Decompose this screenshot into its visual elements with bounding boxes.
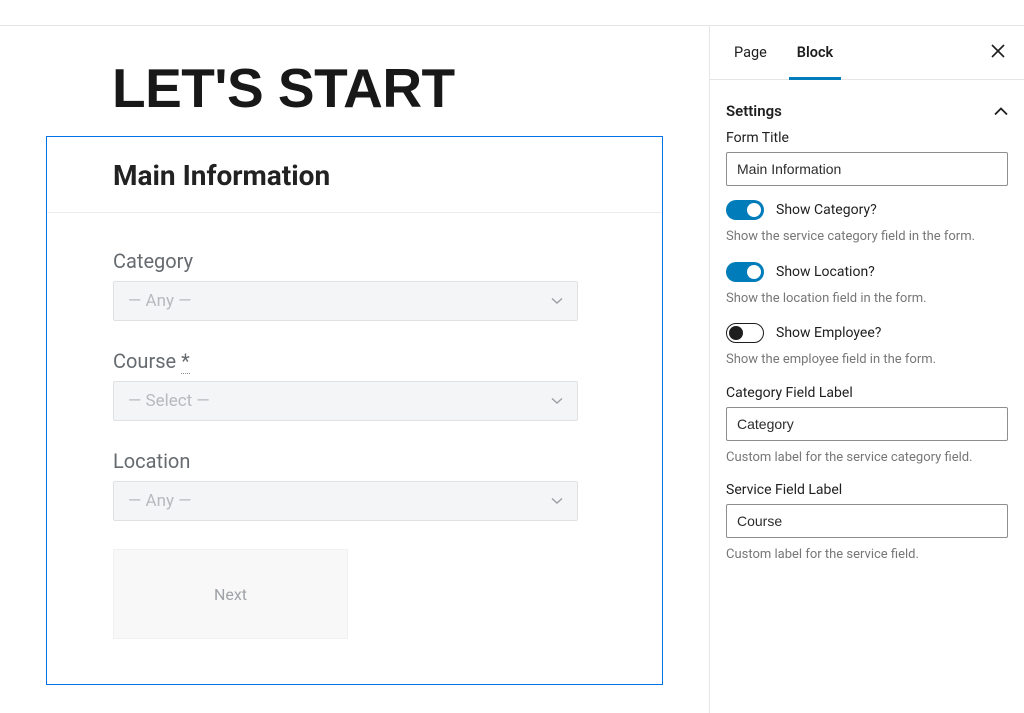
service-select-value: — Select — xyxy=(128,391,210,411)
category-select-value: — Any — xyxy=(128,291,192,311)
sidebar-tabs: Page Block xyxy=(710,26,1024,80)
control-show-employee: Show Employee? xyxy=(726,323,1008,343)
control-show-location: Show Location? xyxy=(726,262,1008,282)
category-select[interactable]: — Any — xyxy=(113,281,578,321)
control-service-field-label: Service Field Label xyxy=(726,482,1008,538)
field-category-label: Category xyxy=(113,249,596,273)
category-field-label-label: Category Field Label xyxy=(726,385,1008,401)
category-field-label-input[interactable] xyxy=(726,407,1008,441)
required-icon: * xyxy=(181,349,190,374)
form-title-input[interactable] xyxy=(726,152,1008,186)
form-block-selected[interactable]: Main Information Category — Any — Course… xyxy=(46,136,663,685)
service-field-label-help: Custom label for the service field. xyxy=(726,546,1008,564)
form-body: Category — Any — Course * — Select — xyxy=(47,213,662,669)
settings-panel: Settings Form Title Show Category? Show … xyxy=(710,80,1024,584)
close-icon xyxy=(991,42,1005,63)
settings-panel-title: Settings xyxy=(726,102,782,120)
field-category: Category — Any — xyxy=(113,249,596,321)
show-location-label: Show Location? xyxy=(776,264,875,280)
form-title: Main Information xyxy=(47,137,662,213)
service-select[interactable]: — Select — xyxy=(113,381,578,421)
category-field-label-help: Custom label for the service category fi… xyxy=(726,449,1008,467)
show-employee-help: Show the employee field in the form. xyxy=(726,351,1008,369)
page-title[interactable]: LET'S START xyxy=(112,56,709,120)
field-service-label: Course * xyxy=(113,349,596,373)
chevron-up-icon xyxy=(994,102,1008,120)
field-location-label: Location xyxy=(113,449,596,473)
chevron-down-icon xyxy=(551,395,563,407)
tab-page[interactable]: Page xyxy=(726,26,775,79)
control-show-category: Show Category? xyxy=(726,200,1008,220)
top-toolbar xyxy=(0,0,1024,26)
chevron-down-icon xyxy=(551,495,563,507)
chevron-down-icon xyxy=(551,295,563,307)
service-field-label-label: Service Field Label xyxy=(726,482,1008,498)
settings-panel-header[interactable]: Settings xyxy=(726,94,1008,130)
control-category-field-label: Category Field Label xyxy=(726,385,1008,441)
location-select[interactable]: — Any — xyxy=(113,481,578,521)
close-sidebar-button[interactable] xyxy=(982,37,1014,69)
show-category-toggle[interactable] xyxy=(726,200,764,220)
form-title-label: Form Title xyxy=(726,130,1008,146)
show-category-label: Show Category? xyxy=(776,202,877,218)
show-category-help: Show the service category field in the f… xyxy=(726,228,1008,246)
show-location-toggle[interactable] xyxy=(726,262,764,282)
show-location-help: Show the location field in the form. xyxy=(726,290,1008,308)
show-employee-toggle[interactable] xyxy=(726,323,764,343)
editor-canvas: LET'S START Main Information Category — … xyxy=(0,26,709,713)
show-employee-label: Show Employee? xyxy=(776,325,881,341)
service-field-label-input[interactable] xyxy=(726,504,1008,538)
location-select-value: — Any — xyxy=(128,491,192,511)
field-service: Course * — Select — xyxy=(113,349,596,421)
settings-sidebar: Page Block Settings Form Title xyxy=(709,26,1024,713)
next-button[interactable]: Next xyxy=(113,549,348,639)
field-location: Location — Any — xyxy=(113,449,596,521)
tab-block[interactable]: Block xyxy=(789,26,841,79)
control-form-title: Form Title xyxy=(726,130,1008,186)
settings-panel-body: Form Title Show Category? Show the servi… xyxy=(726,130,1008,564)
